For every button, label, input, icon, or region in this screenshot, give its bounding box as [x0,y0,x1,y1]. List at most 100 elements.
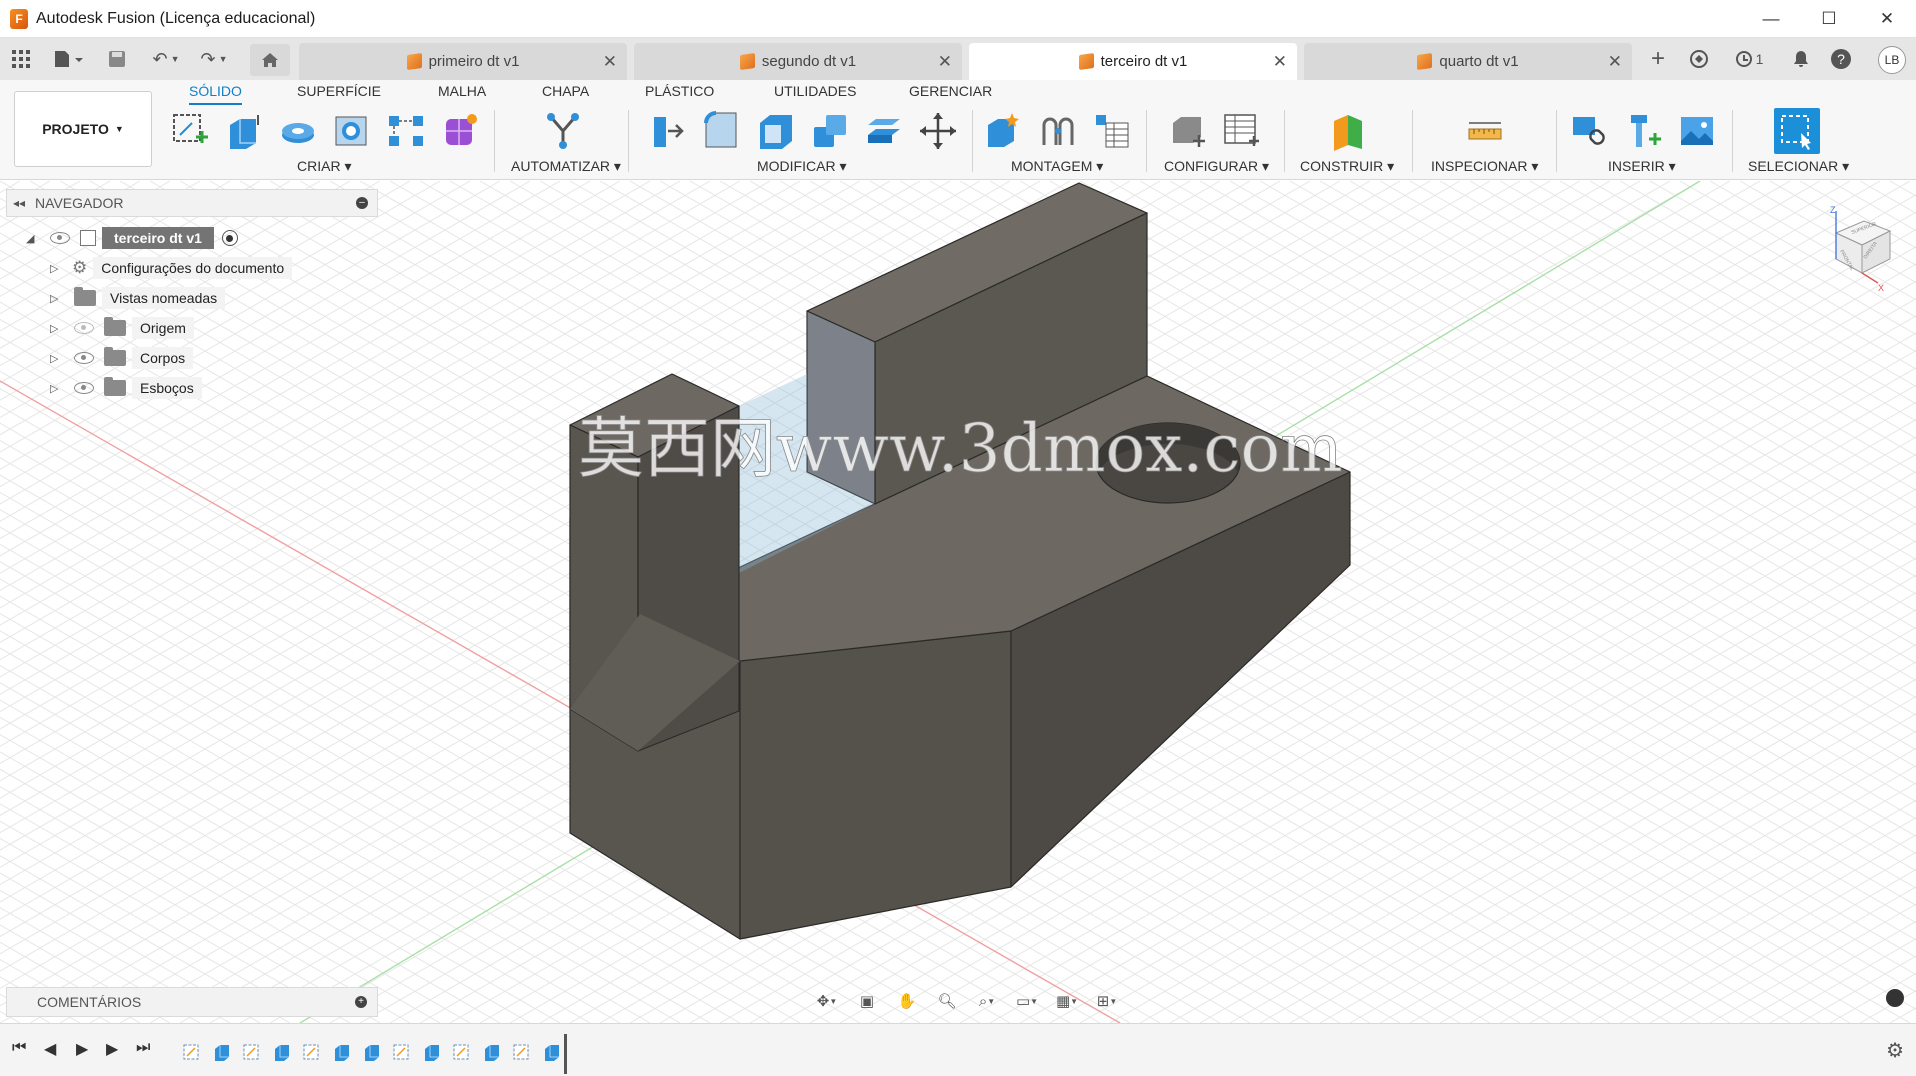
group-selecionar[interactable]: SELECIONAR ▾ [1748,158,1849,175]
collapse-panel-icon[interactable]: ◂◂ [13,196,25,210]
expand-arrow-icon[interactable]: ◢ [26,232,38,245]
insert-mcmaster-icon[interactable] [1620,108,1666,154]
automate-icon[interactable] [540,108,586,154]
minimize-button[interactable]: — [1742,0,1800,38]
step-back-icon[interactable]: ◀ [44,1039,56,1059]
maximize-button[interactable]: ☐ [1800,0,1858,38]
shell-icon[interactable] [753,108,799,154]
press-pull-icon[interactable] [645,108,691,154]
fillet-icon[interactable] [699,108,745,154]
look-at-icon[interactable]: ▣ [850,987,884,1015]
revolve-icon[interactable] [275,108,321,154]
go-to-start-icon[interactable]: ⏮ [12,1039,26,1057]
tab-primeiro-dt[interactable]: primeiro dt v1 ✕ [299,43,627,80]
group-inspecionar[interactable]: INSPECIONAR ▾ [1431,158,1538,175]
expand-arrow-icon[interactable]: ▷ [50,262,62,275]
base-front-face[interactable] [739,630,1012,940]
close-tab-icon[interactable]: ✕ [1273,52,1287,72]
insert-canvas-icon[interactable] [1674,108,1720,154]
tab-quarto-dt[interactable]: quarto dt v1 ✕ [1304,43,1632,80]
tree-root[interactable]: ◢ terceiro dt v1 [26,225,238,251]
form-icon[interactable] [437,108,483,154]
pan-icon[interactable]: ✋ [890,987,924,1015]
expand-arrow-icon[interactable]: ▷ [50,322,62,335]
pattern-icon[interactable] [383,108,429,154]
timeline-extrude-icon[interactable] [482,1042,502,1062]
offset-face-icon[interactable] [861,108,907,154]
timeline-settings-gear-icon[interactable]: ⚙ [1886,1038,1904,1063]
timeline-marker[interactable] [564,1034,567,1074]
timeline-sketch-icon[interactable] [392,1042,412,1062]
comments-panel[interactable]: COMENTÁRIOS + [6,987,378,1017]
timeline-sketch-icon[interactable] [512,1042,532,1062]
add-comment-icon[interactable]: + [355,996,367,1008]
tab-malha[interactable]: MALHA [438,83,486,103]
timeline-extrude-icon[interactable] [422,1042,442,1062]
tab-terceiro-dt[interactable]: terceiro dt v1 ✕ [969,43,1297,80]
home-icon[interactable] [250,44,290,76]
viewport-scene[interactable]: 莫西网www.3dmox.com [0,181,1916,1023]
timeline-sketch-icon[interactable] [182,1042,202,1062]
expand-arrow-icon[interactable]: ▷ [50,382,62,395]
orbit-icon[interactable]: ✥ ▼ [810,987,844,1015]
select-icon[interactable] [1774,108,1820,154]
job-status-icon[interactable]: 1 [1726,46,1772,72]
bom-table-icon[interactable] [1089,108,1135,154]
tree-item-vistas-nomeadas[interactable]: ▷ Vistas nomeadas [50,285,226,311]
group-inserir[interactable]: INSERIR ▾ [1608,158,1676,175]
app-grid-icon[interactable] [10,46,32,72]
close-button[interactable]: ✕ [1858,0,1916,38]
undo-icon[interactable]: ↶ ▼ [146,46,186,72]
configuration-table-icon[interactable] [1218,108,1264,154]
construct-plane-icon[interactable] [1325,108,1371,154]
visibility-eye-icon[interactable] [74,382,94,394]
timeline-extrude-icon[interactable] [212,1042,232,1062]
group-automatizar[interactable]: AUTOMATIZAR ▾ [511,158,621,175]
tree-item-configuracoes[interactable]: ▷ ⚙ Configurações do documento [50,255,293,281]
insert-derive-icon[interactable] [1566,108,1612,154]
close-tab-icon[interactable]: ✕ [603,52,617,72]
expand-arrow-icon[interactable]: ▷ [50,352,62,365]
tab-segundo-dt[interactable]: segundo dt v1 ✕ [634,43,962,80]
create-sketch-icon[interactable] [167,108,213,154]
minimize-panel-icon[interactable]: – [356,197,368,209]
tree-item-esbocos[interactable]: ▷ Esboços [50,375,202,401]
tab-gerenciar[interactable]: GERENCIAR [909,83,992,103]
go-to-end-icon[interactable]: ⏭ [136,1039,150,1057]
group-construir[interactable]: CONSTRUIR ▾ [1300,158,1394,175]
group-criar[interactable]: CRIAR ▾ [297,158,351,175]
move-icon[interactable] [915,108,961,154]
viewports-icon[interactable]: ⊞ ▼ [1090,987,1124,1015]
grid-settings-icon[interactable]: ▦ ▼ [1050,987,1084,1015]
visibility-eye-icon[interactable] [74,352,94,364]
timeline-extrude-icon[interactable] [332,1042,352,1062]
visibility-eye-icon[interactable] [50,232,70,244]
tab-superficie[interactable]: SUPERFÍCIE [297,83,381,103]
joint-icon[interactable] [1035,108,1081,154]
group-montagem[interactable]: MONTAGEM ▾ [1011,158,1103,175]
tab-plastico[interactable]: PLÁSTICO [645,83,714,103]
save-icon[interactable] [106,46,128,72]
project-button[interactable]: PROJETO ▼ [14,91,152,167]
help-icon[interactable]: ? [1828,46,1854,72]
timeline-extrude-icon[interactable] [272,1042,292,1062]
zoom-icon[interactable]: 🔍︎ [930,987,964,1015]
step-forward-icon[interactable]: ▶ [106,1039,118,1059]
play-icon[interactable]: ▶ [76,1039,88,1059]
timeline-extrude-icon[interactable] [542,1042,562,1062]
timeline-sketch-icon[interactable] [452,1042,472,1062]
configure-component-icon[interactable] [1164,108,1210,154]
expand-arrow-icon[interactable]: ▷ [50,292,62,305]
hole-icon[interactable] [329,108,375,154]
active-radio-icon[interactable] [221,230,238,246]
fit-icon[interactable]: ⌕ ▼ [970,987,1004,1015]
feedback-icon[interactable] [1886,989,1904,1007]
hidden-eye-icon[interactable] [74,322,94,334]
notifications-icon[interactable] [1788,46,1814,72]
close-tab-icon[interactable]: ✕ [1608,52,1622,72]
close-tab-icon[interactable]: ✕ [938,52,952,72]
file-menu-icon[interactable] [50,46,86,72]
tree-item-origem[interactable]: ▷ Origem [50,315,194,341]
timeline-sketch-icon[interactable] [302,1042,322,1062]
new-component-icon[interactable] [981,108,1027,154]
